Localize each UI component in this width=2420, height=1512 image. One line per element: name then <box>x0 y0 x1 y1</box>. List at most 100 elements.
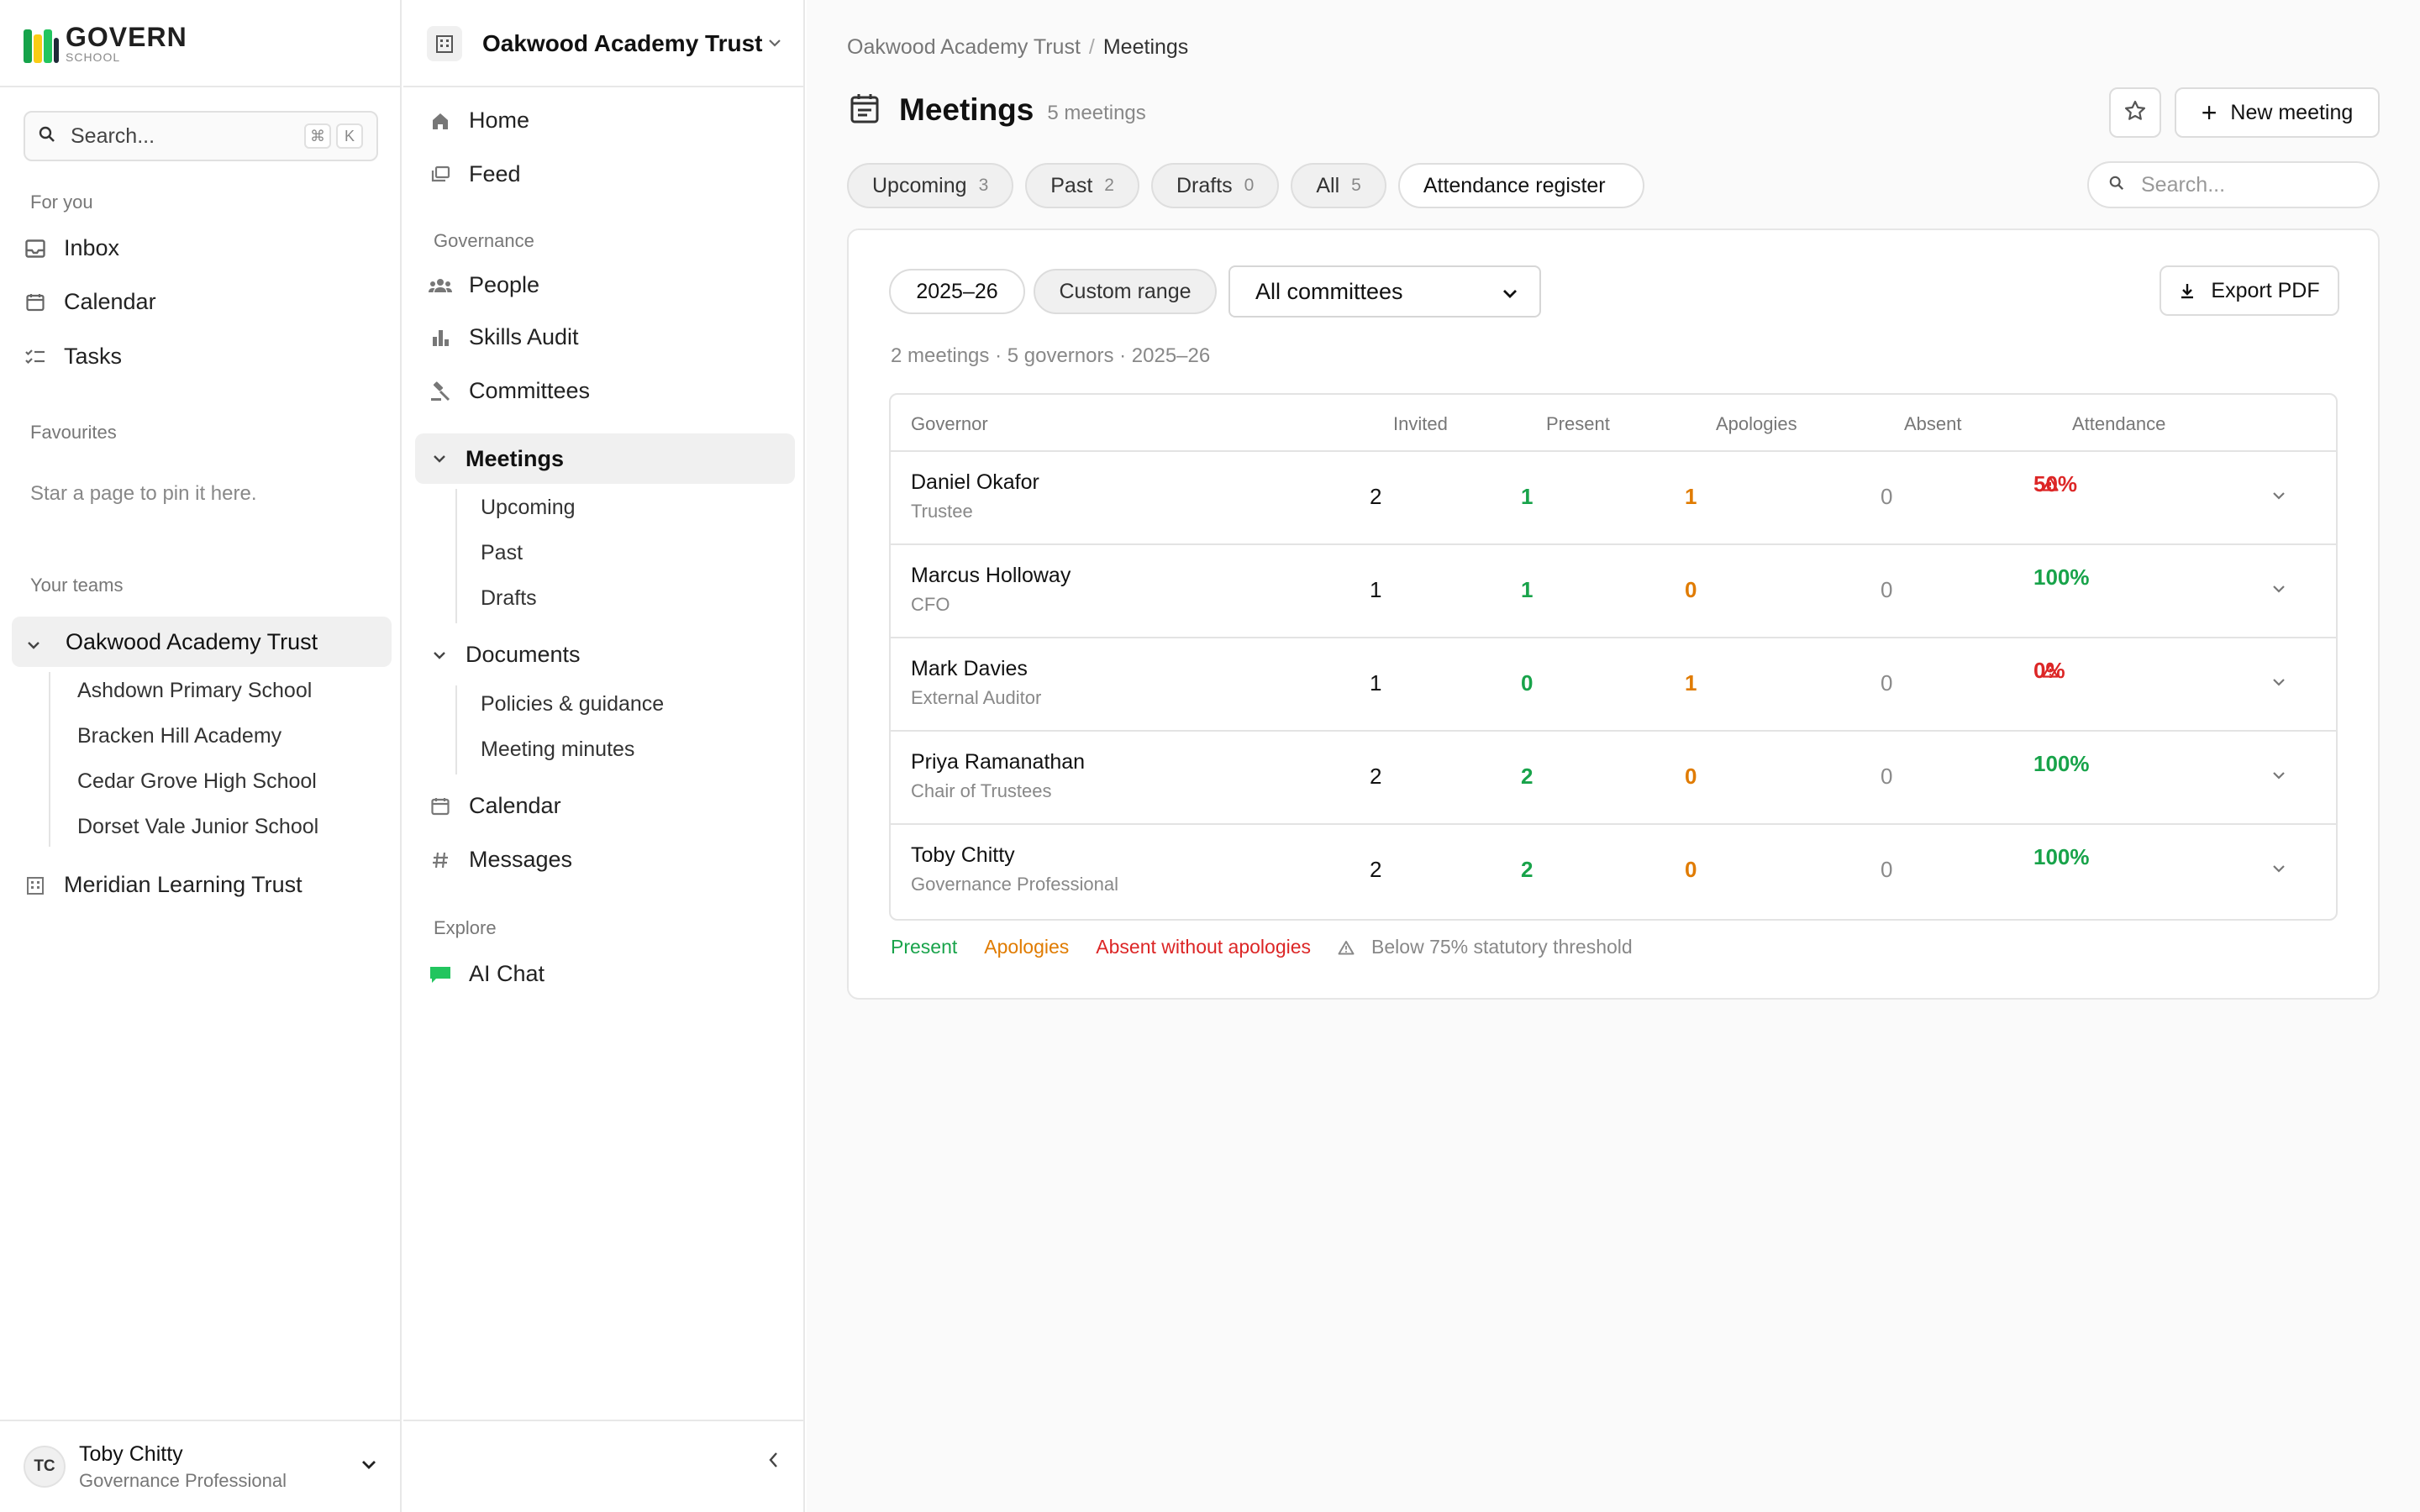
export-label: Export PDF <box>2211 278 2320 302</box>
table-row[interactable]: Marcus Holloway CFO 1 1 0 0 100% <box>891 545 2336 638</box>
tab-label: Drafts <box>1176 173 1233 197</box>
expand-row-chevron-icon[interactable] <box>2272 862 2286 877</box>
present-count: 1 <box>1521 484 1534 509</box>
nav-meetings[interactable]: Meetings <box>415 433 795 484</box>
year-filter-chip[interactable]: 2025–26 <box>889 269 1025 314</box>
star-icon <box>2124 100 2146 126</box>
governor-name: Mark Davies <box>911 657 1028 680</box>
page-header: Meetings 5 meetings <box>850 92 1146 128</box>
table-row[interactable]: Priya Ramanathan Chair of Trustees 2 2 0… <box>891 732 2336 825</box>
tab-label: Upcoming <box>872 173 967 197</box>
nav-meetings-upcoming[interactable]: Upcoming <box>481 496 576 520</box>
tab-upcoming[interactable]: Upcoming 3 <box>847 163 1014 208</box>
tab-all[interactable]: All 5 <box>1291 163 1386 208</box>
export-pdf-button[interactable]: Export PDF <box>2160 265 2339 316</box>
team-label: Oakwood Academy Trust <box>66 628 318 654</box>
expand-row-chevron-icon[interactable] <box>2272 489 2286 504</box>
nav-people[interactable]: People <box>429 272 539 298</box>
collapse-sidebar-icon[interactable] <box>768 1452 778 1473</box>
breadcrumb-current: Meetings <box>1102 35 1189 59</box>
team-label: Meridian Learning Trust <box>64 872 302 897</box>
meetings-search-input[interactable]: Search... <box>2087 161 2380 208</box>
apologies-count: 0 <box>1685 857 1697 882</box>
attendance-value: 100% <box>2033 750 2090 776</box>
nav-feed[interactable]: Feed <box>429 161 521 187</box>
table-row[interactable]: Mark Davies External Auditor 1 0 1 0 0% <box>891 638 2336 732</box>
brand-sub: SCHOOL <box>66 50 121 64</box>
breadcrumb-separator: / <box>1088 35 1095 59</box>
team-item-oakwood[interactable]: Oakwood Academy Trust <box>12 617 392 667</box>
team-school-item[interactable]: Cedar Grove High School <box>77 769 317 794</box>
home-icon <box>429 109 452 133</box>
expand-row-chevron-icon[interactable] <box>2272 582 2286 597</box>
calendar-icon <box>24 291 47 314</box>
nav-messages[interactable]: Messages <box>429 847 572 873</box>
committee-select[interactable]: All committees <box>1228 265 1541 318</box>
team-school-item[interactable]: Ashdown Primary School <box>77 679 312 703</box>
nav-label: Feed <box>469 161 521 186</box>
tab-count: 3 <box>978 176 989 195</box>
nav-committees[interactable]: Committees <box>429 378 590 404</box>
nav-label: AI Chat <box>469 961 545 986</box>
tab-past[interactable]: Past 2 <box>1025 163 1139 208</box>
user-role: Governance Professional <box>79 1469 287 1491</box>
nav-documents-minutes[interactable]: Meeting minutes <box>481 738 634 762</box>
nav-meetings-drafts[interactable]: Drafts <box>481 586 537 611</box>
sidebar-item-label: Tasks <box>64 344 123 369</box>
nav-meetings-past[interactable]: Past <box>481 541 523 565</box>
building-icon <box>24 874 47 897</box>
tab-label: Attendance register <box>1423 173 1606 197</box>
warning-icon <box>2042 663 2059 678</box>
new-meeting-button[interactable]: + New meeting <box>2175 87 2380 138</box>
nav-skills-audit[interactable]: Skills Audit <box>429 324 579 350</box>
team-school-item[interactable]: Dorset Vale Junior School <box>77 815 318 839</box>
invited-count: 1 <box>1370 577 1382 602</box>
absent-count: 0 <box>1881 484 1893 509</box>
attendance-register-card: 2025–26 Custom range All committees Expo… <box>847 228 2380 1000</box>
column-header: Governor <box>911 413 988 434</box>
legend-present: Present <box>891 936 958 958</box>
tab-attendance-register[interactable]: Attendance register <box>1397 163 1644 208</box>
nav-documents[interactable]: Documents <box>429 642 581 668</box>
org-sidebar: Oakwood Academy Trust Home Feed Governan… <box>403 0 805 1512</box>
team-item-meridian[interactable]: Meridian Learning Trust <box>24 872 302 898</box>
favourite-button[interactable] <box>2109 87 2161 138</box>
tab-label: Past <box>1050 173 1093 197</box>
team-school-item[interactable]: Bracken Hill Academy <box>77 724 281 748</box>
chevron-down-icon <box>27 629 45 655</box>
table-row[interactable]: Toby Chitty Governance Professional 2 2 … <box>891 825 2336 918</box>
user-menu[interactable]: TC Toby Chitty Governance Professional <box>0 1420 402 1512</box>
hash-icon <box>429 848 452 872</box>
main-content: Oakwood Academy Trust / Meetings Meeting… <box>807 0 2420 1512</box>
brand-logo[interactable]: GOVERN SCHOOL <box>24 24 187 63</box>
table-row[interactable]: Daniel Okafor Trustee 2 1 1 0 50% <box>891 452 2336 545</box>
global-search[interactable]: Search... ⌘ K <box>24 111 378 161</box>
breadcrumb-org[interactable]: Oakwood Academy Trust <box>847 35 1081 60</box>
nav-documents-policies[interactable]: Policies & guidance <box>481 692 664 717</box>
attendance-legend: Present Apologies Absent without apologi… <box>891 936 1686 958</box>
org-switcher[interactable]: Oakwood Academy Trust <box>427 25 781 62</box>
expand-row-chevron-icon[interactable] <box>2272 769 2286 784</box>
nav-ai-chat[interactable]: AI Chat <box>429 961 544 987</box>
sidebar-item-tasks[interactable]: Tasks <box>24 344 122 370</box>
chat-bubble-icon <box>429 963 452 986</box>
governor-role: Chair of Trustees <box>911 780 1052 801</box>
tab-label: All <box>1316 173 1340 197</box>
building-icon <box>427 26 462 61</box>
warning-icon <box>1338 940 1363 955</box>
sidebar-item-inbox[interactable]: Inbox <box>24 235 119 261</box>
nav-home[interactable]: Home <box>429 108 529 134</box>
inbox-icon <box>24 237 47 260</box>
governor-role: Governance Professional <box>911 874 1119 895</box>
sidebar-item-calendar[interactable]: Calendar <box>24 289 156 315</box>
nav-label: Committees <box>469 378 591 403</box>
nav-label: Documents <box>466 642 581 667</box>
calendar-list-icon <box>850 93 879 128</box>
tab-drafts[interactable]: Drafts 0 <box>1150 163 1280 208</box>
custom-range-chip[interactable]: Custom range <box>1034 269 1217 314</box>
bar-chart-icon <box>429 326 452 349</box>
nav-calendar[interactable]: Calendar <box>429 793 561 819</box>
nav-label: People <box>469 272 540 297</box>
governor-name: Priya Ramanathan <box>911 750 1086 774</box>
expand-row-chevron-icon[interactable] <box>2272 675 2286 690</box>
